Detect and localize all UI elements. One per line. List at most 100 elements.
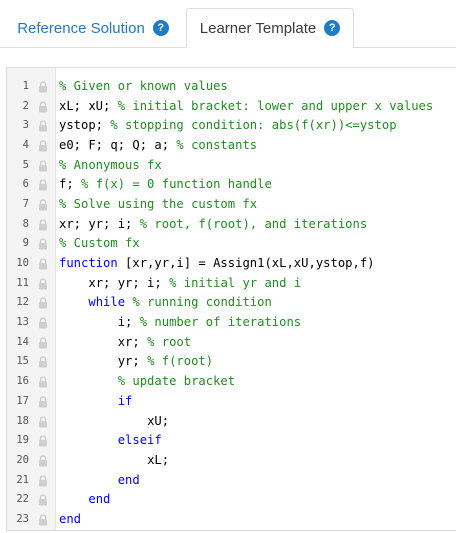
tab-reference-solution[interactable]: Reference Solution ?: [0, 8, 186, 48]
lock-icon: [38, 296, 48, 309]
code-text: e0; F; q; Q; a; % constants: [56, 138, 257, 152]
code-line[interactable]: 11 xr; yr; i; % initial yr and i: [7, 273, 456, 293]
lock-icon: [38, 100, 48, 113]
code-text: % Given or known values: [56, 79, 228, 93]
code-text: function [xr,yr,i] = Assign1(xL,xU,ystop…: [56, 256, 375, 270]
lock-icon: [38, 474, 48, 487]
code-line[interactable]: 19 elseif: [7, 430, 456, 450]
code-editor[interactable]: 1 % Given or known values 2 xL; xU; % initi…: [6, 67, 456, 531]
code-token: e0; F; q; Q; a;: [59, 137, 177, 152]
code-line[interactable]: 3 ystop; % stopping condition: abs(f(xr))…: [7, 115, 456, 135]
code-token: xr; yr; i;: [88, 275, 170, 290]
code-comment: % Solve using the custom fx: [59, 196, 258, 211]
code-comment: % root, f(root), and iterations: [139, 216, 368, 231]
code-text: end: [56, 473, 140, 487]
lock-icon: [38, 119, 48, 132]
code-comment: % Given or known values: [59, 78, 228, 93]
code-token: xr;: [117, 334, 148, 349]
lock-icon: [38, 139, 48, 152]
code-line[interactable]: 15 yr; % f(root): [7, 352, 456, 372]
lock-icon: [38, 198, 48, 211]
line-number: 2: [22, 99, 29, 112]
code-comment: % Custom fx: [59, 236, 140, 251]
code-line[interactable]: 14 xr; % root: [7, 332, 456, 352]
code-comment: % number of iterations: [139, 315, 302, 330]
code-comment: % update bracket: [117, 374, 236, 389]
line-number: 20: [16, 453, 29, 466]
line-number: 6: [22, 178, 29, 191]
code-text: xU;: [56, 414, 169, 428]
code-line[interactable]: 20 xL;: [7, 450, 456, 470]
code-text: xr; % root: [56, 335, 191, 349]
lock-icon: [38, 218, 48, 231]
tab-label: Learner Template: [199, 19, 317, 37]
code-text: xr; yr; i; % root, f(root), and iteratio…: [56, 217, 367, 231]
code-line[interactable]: 6 f; % f(x) = 0 function handle: [7, 174, 456, 194]
code-line[interactable]: 12 while % running condition: [7, 293, 456, 313]
line-number: 5: [22, 158, 29, 171]
lock-icon: [38, 415, 48, 428]
code-keyword: end: [59, 511, 82, 526]
line-number: 17: [16, 394, 29, 407]
line-number: 21: [16, 473, 29, 486]
code-text: % Custom fx: [56, 236, 140, 250]
code-keyword: if: [117, 393, 133, 408]
code-token: [xr,yr,i] = Assign1(xL,xU,ystop,f): [117, 256, 375, 271]
code-line[interactable]: 16 % update bracket: [7, 371, 456, 391]
help-icon[interactable]: ?: [152, 20, 169, 36]
code-line[interactable]: 17 if: [7, 391, 456, 411]
help-icon[interactable]: ?: [324, 20, 341, 36]
code-line[interactable]: 13 i; % number of iterations: [7, 312, 456, 332]
code-text: % Solve using the custom fx: [56, 197, 257, 211]
code-comment: % f(root): [147, 354, 214, 369]
code-line[interactable]: 9 % Custom fx: [7, 234, 456, 254]
line-number: 13: [16, 316, 29, 329]
lock-icon: [38, 355, 48, 368]
tab-bar: Reference Solution ? Learner Template ?: [0, 0, 456, 48]
code-line[interactable]: 23 end: [7, 509, 456, 529]
code-text: elseif: [56, 433, 162, 447]
lock-icon: [38, 80, 48, 93]
code-line[interactable]: 21 end: [7, 470, 456, 490]
code-text: end: [56, 512, 81, 526]
code-line[interactable]: 8 xr; yr; i; % root, f(root), and iterati…: [7, 214, 456, 234]
code-keyword: end: [117, 472, 140, 487]
lock-icon: [38, 277, 48, 290]
line-number: 22: [16, 493, 29, 506]
lock-icon: [38, 178, 48, 191]
lock-icon: [38, 493, 48, 506]
code-comment: % root: [147, 334, 192, 349]
line-number: 3: [22, 119, 29, 132]
code-line[interactable]: 4 e0; F; q; Q; a; % constants: [7, 135, 456, 155]
code-line[interactable]: 10 function [xr,yr,i] = Assign1(xL,xU,yst…: [7, 253, 456, 273]
code-line[interactable]: 22 end: [7, 489, 456, 509]
code-text: % Anonymous fx: [56, 158, 162, 172]
line-number: 8: [22, 217, 29, 230]
line-number: 14: [16, 335, 29, 348]
code-token: xU;: [147, 413, 170, 428]
tab-learner-template[interactable]: Learner Template ?: [186, 8, 354, 48]
code-token: i;: [117, 315, 140, 330]
code-line[interactable]: 7 % Solve using the custom fx: [7, 194, 456, 214]
code-line[interactable]: 18 xU;: [7, 411, 456, 431]
code-token: xL; xU;: [59, 98, 118, 113]
code-token: f;: [59, 177, 82, 192]
code-line[interactable]: 1 % Given or known values: [7, 76, 456, 96]
lock-icon: [38, 257, 48, 270]
code-comment: % f(x) = 0 function handle: [81, 177, 272, 192]
line-number: 23: [16, 512, 29, 525]
code-comment: % initial bracket: lower and upper x val…: [117, 98, 434, 113]
code-token: xr; yr; i;: [59, 216, 140, 231]
line-number: 19: [16, 434, 29, 447]
code-text: xr; yr; i; % initial yr and i: [56, 276, 301, 290]
lock-icon: [38, 316, 48, 329]
code-line[interactable]: 5 % Anonymous fx: [7, 155, 456, 175]
code-line[interactable]: 2 xL; xU; % initial bracket: lower and up…: [7, 96, 456, 116]
